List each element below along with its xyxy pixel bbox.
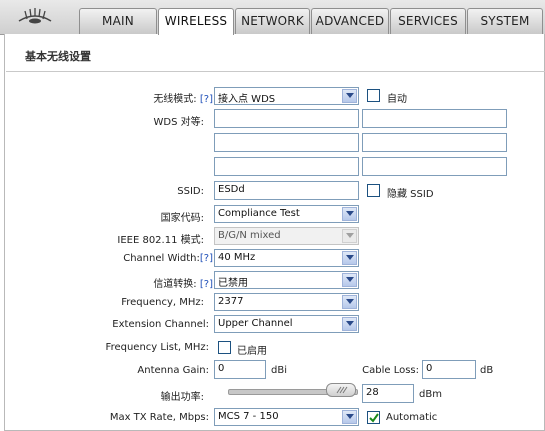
chevron-down-icon [342, 207, 357, 221]
channel-width-label: Channel Width:[?] [123, 253, 213, 264]
max-tx-rate-select[interactable]: MCS 7 - 150 [214, 408, 359, 426]
cable-loss-label: Cable Loss: [362, 365, 419, 376]
automatic-checkbox[interactable] [367, 411, 380, 424]
tab-wireless[interactable]: WIRELESS [158, 8, 234, 35]
tab-advanced[interactable]: ADVANCED [311, 8, 389, 34]
frequency-label: Frequency, MHz: [121, 297, 204, 308]
chevron-down-icon [342, 410, 357, 424]
section-title: 基本无线设置 [25, 50, 91, 63]
channel-shift-label: 信道转换: [?] [153, 279, 213, 290]
chevron-down-icon [342, 317, 357, 331]
tab-main[interactable]: MAIN [79, 8, 157, 34]
hide-ssid-label: 隐藏 SSID [387, 189, 434, 200]
ieee-mode-select: B/G/N mixed [214, 227, 359, 245]
antenna-gain-input[interactable]: 0 [214, 360, 266, 379]
tab-system[interactable]: SYSTEM [467, 8, 543, 34]
wireless-mode-help-link[interactable]: [?] [200, 94, 213, 105]
extension-channel-label: Extension Channel: [112, 319, 209, 330]
extension-channel-select[interactable]: Upper Channel [214, 315, 359, 333]
chevron-down-icon [342, 89, 357, 103]
output-power-unit: dBm [419, 389, 442, 400]
hide-ssid-checkbox[interactable] [367, 184, 380, 197]
tab-network[interactable]: NETWORK [235, 8, 310, 34]
chevron-down-icon [342, 295, 357, 309]
chevron-down-icon [342, 229, 357, 243]
wds-peer-2-input[interactable] [362, 109, 507, 128]
checkmark-icon [368, 412, 379, 423]
tab-services[interactable]: SERVICES [390, 8, 466, 34]
wireless-mode-select[interactable]: 接入点 WDS [214, 87, 359, 105]
auto-checkbox[interactable] [367, 89, 380, 102]
ssid-input[interactable]: ESDd [214, 181, 359, 200]
max-tx-rate-label: Max TX Rate, Mbps: [109, 412, 209, 423]
section-divider [6, 71, 545, 72]
frequency-list-checkbox[interactable] [218, 341, 231, 354]
wireless-mode-label: 无线模式: [?] [153, 94, 213, 105]
channel-shift-select[interactable]: 已禁用 [214, 271, 359, 289]
wds-peer-6-input[interactable] [362, 157, 507, 176]
channel-width-help-link[interactable]: [?] [200, 253, 213, 264]
auto-label: 自动 [387, 94, 407, 105]
cable-loss-input[interactable]: 0 [422, 360, 476, 379]
wds-peer-4-input[interactable] [362, 133, 507, 152]
top-nav-bar: MAIN WIRELESS NETWORK ADVANCED SERVICES … [0, 0, 545, 35]
antenna-gain-label: Antenna Gain: [137, 365, 209, 376]
ssid-label: SSID: [177, 186, 204, 197]
chevron-down-icon [342, 251, 357, 265]
wds-peer-1-input[interactable] [214, 109, 359, 128]
frequency-list-enabled-label: 已启用 [237, 346, 267, 357]
channel-shift-help-link[interactable]: [?] [200, 279, 213, 290]
frequency-list-label: Frequency List, MHz: [105, 342, 209, 353]
country-code-label: 国家代码: [160, 213, 204, 224]
channel-width-select[interactable]: 40 MHz [214, 249, 359, 267]
chevron-down-icon [342, 273, 357, 287]
cable-loss-unit: dB [480, 365, 494, 376]
wds-peers-label: WDS 对等: [153, 117, 204, 128]
ieee-mode-label: IEEE 802.11 模式: [117, 235, 204, 246]
frequency-select[interactable]: 2377 [214, 293, 359, 311]
automatic-label: Automatic [386, 412, 438, 423]
output-power-slider-handle[interactable] [326, 383, 356, 397]
country-code-select[interactable]: Compliance Test [214, 205, 359, 223]
wds-peer-3-input[interactable] [214, 133, 359, 152]
ubiquiti-logo-icon [6, 4, 64, 30]
output-power-input[interactable]: 28 [362, 384, 414, 403]
wds-peer-5-input[interactable] [214, 157, 359, 176]
antenna-gain-unit: dBi [271, 365, 287, 376]
output-power-label: 输出功率: [160, 392, 204, 403]
